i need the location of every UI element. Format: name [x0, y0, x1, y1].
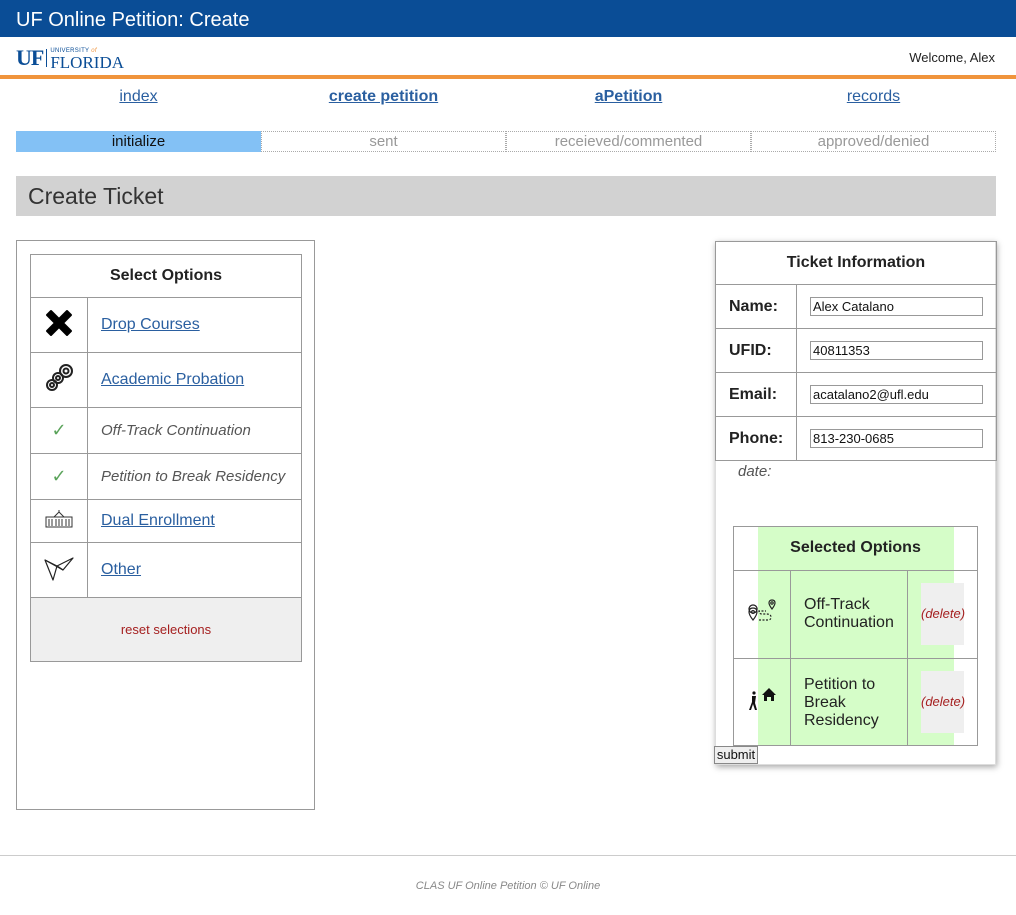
logo-divider — [46, 49, 48, 67]
selected-break-residency-label: Petition to Break Residency — [804, 676, 879, 729]
email-label: Email: — [715, 372, 797, 417]
logo-uf-text: UF — [16, 45, 44, 70]
delete-break-residency-button[interactable]: (delete) — [921, 671, 965, 733]
option-academic-probation-link[interactable]: Academic Probation — [101, 371, 244, 388]
option-off-track-label: Off-Track Continuation — [87, 407, 302, 454]
option-row: Drop Courses — [30, 297, 302, 353]
delete-off-track-button[interactable]: (delete) — [921, 583, 965, 645]
select-options-panel: Select Options Drop Courses Academic Pro… — [16, 240, 315, 810]
option-break-residency-label: Petition to Break Residency — [87, 453, 302, 500]
logo-florida-text: FLORIDA — [50, 52, 124, 72]
option-drop-courses-link[interactable]: Drop Courses — [101, 316, 200, 333]
nav-records-link[interactable]: records — [751, 88, 996, 110]
phone-label: Phone: — [715, 416, 797, 461]
selected-row: Off-Track Continuation (delete) — [734, 571, 977, 659]
step-sent: sent — [261, 131, 506, 152]
page-title: Create Ticket — [16, 176, 996, 216]
option-row: Academic Probation — [30, 352, 302, 408]
phone-field[interactable] — [810, 429, 983, 448]
selected-row: Petition to Break Residency (delete) — [734, 659, 977, 745]
step-approved-denied: approved/denied — [751, 131, 996, 152]
nav-create-petition-link[interactable]: create petition — [261, 88, 506, 110]
walker-home-icon — [746, 687, 780, 717]
window-title: UF Online Petition: Create — [0, 0, 1016, 37]
option-row: Dual Enrollment — [30, 499, 302, 543]
step-initialize: initialize — [16, 131, 261, 152]
option-other-link[interactable]: Other — [101, 561, 141, 578]
ticket-info-panel: Ticket Information Name: UFID: Email: Ph… — [715, 241, 997, 765]
top-bar: UF UNIVERSITY of FLORIDA Welcome, Alex — [0, 37, 1016, 79]
paper-bird-icon — [30, 542, 88, 598]
nav-index-link[interactable]: index — [16, 88, 261, 110]
ufid-field[interactable] — [810, 341, 983, 360]
ticket-info-table: Ticket Information Name: UFID: Email: Ph… — [715, 241, 997, 461]
logo-wordmark: UNIVERSITY of FLORIDA — [50, 47, 124, 72]
option-dual-enrollment-link[interactable]: Dual Enrollment — [101, 512, 215, 529]
options-header: Select Options — [30, 254, 302, 298]
date-label: date: — [738, 463, 772, 480]
route-pin-icon — [746, 599, 780, 629]
x-mark-icon — [30, 297, 88, 353]
ufid-label: UFID: — [715, 328, 797, 373]
selected-options-header: Selected Options — [734, 527, 977, 571]
email-field[interactable] — [810, 385, 983, 404]
ticket-info-header: Ticket Information — [715, 241, 997, 285]
progress-steps: initialize sent receieved/commented appr… — [16, 131, 996, 152]
reset-selections-button[interactable]: reset selections — [30, 597, 302, 662]
building-icon — [30, 499, 88, 543]
name-label: Name: — [715, 284, 797, 329]
welcome-text: Welcome, Alex — [909, 50, 995, 65]
submit-button[interactable]: submit — [714, 746, 758, 764]
footer-text: CLAS UF Online Petition © UF Online — [415, 880, 601, 892]
nav-apetition-link[interactable]: aPetition — [506, 88, 751, 110]
main-nav: index create petition aPetition records — [16, 88, 996, 110]
step-received-commented: receieved/commented — [506, 131, 751, 152]
footer-divider — [0, 855, 1016, 856]
option-row: ✓ Off-Track Continuation — [30, 407, 302, 454]
uf-logo: UF UNIVERSITY of FLORIDA — [16, 45, 124, 72]
chain-links-icon — [30, 352, 88, 408]
option-row: ✓ Petition to Break Residency — [30, 453, 302, 500]
options-table: Select Options Drop Courses Academic Pro… — [30, 254, 302, 662]
name-field[interactable] — [810, 297, 983, 316]
check-icon: ✓ — [51, 420, 67, 440]
selected-options-table: Selected Options Off-Track Continuation … — [733, 526, 978, 746]
selected-off-track-label: Off-Track Continuation — [804, 596, 894, 631]
option-row: Other — [30, 542, 302, 598]
check-icon: ✓ — [51, 466, 67, 486]
